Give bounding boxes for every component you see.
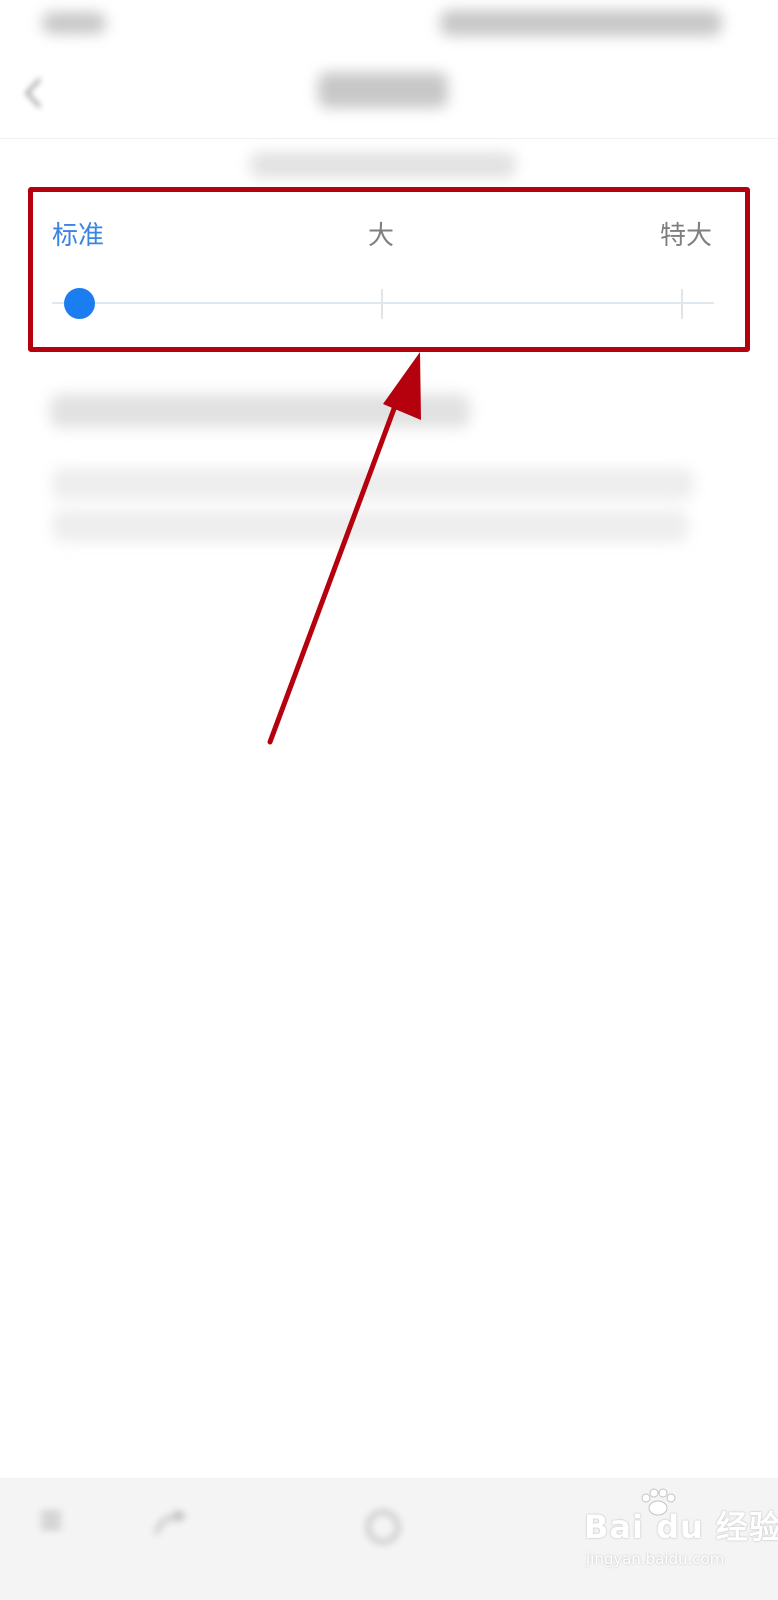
preview-question [50,394,470,428]
share-icon[interactable] [152,1508,188,1538]
watermark-url: jingyan.baidu.com [586,1550,725,1568]
preview-hint [250,152,516,178]
preview-answer-line-1 [52,468,694,500]
status-bar [0,0,778,48]
status-right-indicators [440,10,722,36]
preview-answer-line-2 [52,510,688,542]
status-left-icons [42,12,106,34]
watermark-brand: Bai du 经验 [584,1508,778,1546]
baidu-jingyan-watermark: Bai du 经验 jingyan.baidu.com [580,1488,778,1588]
back-icon[interactable] [22,76,46,110]
annotation-highlight-box [28,187,750,352]
home-icon[interactable] [364,1508,402,1546]
page-title [318,72,448,108]
menu-icon[interactable] [38,1508,64,1534]
header [0,48,778,139]
font-size-settings-screen: 标准 大 特大 Bai du 经验 jingyan.baidu.com [0,0,778,1600]
